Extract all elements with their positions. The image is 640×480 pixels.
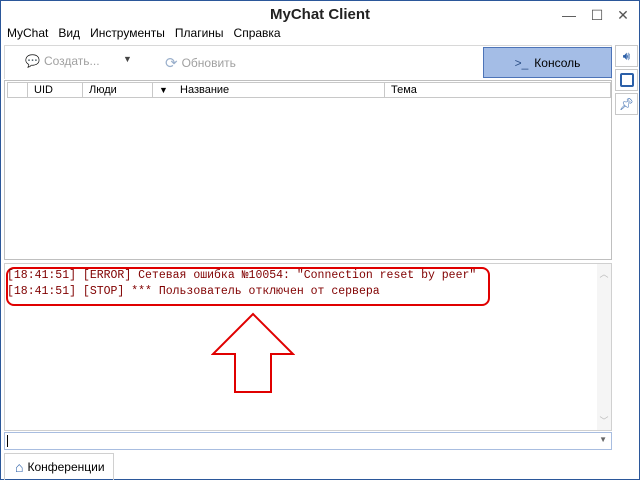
chat-bubble-icon: 💬 bbox=[25, 54, 40, 68]
text-cursor bbox=[7, 435, 8, 447]
refresh-icon: ⟳ bbox=[165, 55, 178, 72]
speaker-icon: 🔊︎ bbox=[622, 48, 631, 63]
close-button[interactable]: ✕ bbox=[613, 5, 633, 25]
dropdown-arrow-icon[interactable]: ▼ bbox=[599, 435, 607, 444]
log-line: [18:41:51] [STOP] *** Пользователь отклю… bbox=[7, 285, 380, 298]
table-header: UID Люди ▼ Название Тема bbox=[7, 82, 611, 98]
log-line: [18:41:51] [ERROR] Сетевая ошибка №10054… bbox=[7, 269, 477, 282]
conferences-table: UID Люди ▼ Название Тема bbox=[4, 80, 612, 260]
terminal-icon: >_ bbox=[514, 55, 529, 70]
console-button[interactable]: >_ Консоль bbox=[483, 47, 612, 78]
pin-button[interactable]: 📌︎ bbox=[615, 93, 638, 115]
home-icon: ⌂ bbox=[15, 459, 24, 475]
window-title: MyChat Client bbox=[269, 6, 370, 23]
menu-plugins[interactable]: Плагины bbox=[175, 26, 224, 42]
window-mode-button[interactable] bbox=[615, 69, 638, 91]
menu-tools[interactable]: Инструменты bbox=[90, 26, 165, 42]
maximize-button[interactable]: ☐ bbox=[587, 5, 607, 25]
create-button[interactable]: 💬 Создать... bbox=[25, 54, 100, 68]
column-uid[interactable]: UID bbox=[27, 83, 82, 97]
column-people[interactable]: Люди bbox=[82, 83, 152, 97]
menu-view[interactable]: Вид bbox=[58, 26, 80, 42]
up-arrow-annotation-icon bbox=[211, 312, 295, 393]
column-name[interactable]: Название bbox=[174, 83, 384, 97]
log-scrollbar[interactable]: ︿ ﹀ bbox=[597, 264, 611, 430]
menu-help[interactable]: Справка bbox=[234, 26, 281, 42]
column-topic[interactable]: Тема bbox=[384, 83, 610, 97]
main-window: MyChat Client — ☐ ✕ MyChat Вид Инструмен… bbox=[0, 0, 640, 480]
sound-button[interactable]: 🔊︎ bbox=[615, 45, 638, 67]
refresh-button[interactable]: ⟳ Обновить bbox=[165, 54, 236, 72]
command-input[interactable]: ▼ bbox=[4, 432, 612, 450]
menu-bar: MyChat Вид Инструменты Плагины Справка bbox=[7, 26, 281, 42]
scroll-down-icon[interactable]: ﹀ bbox=[597, 414, 611, 427]
scroll-up-icon[interactable]: ︿ bbox=[597, 267, 611, 280]
tab-conferences[interactable]: ⌂ Конференции bbox=[4, 453, 114, 480]
pin-icon: 📌︎ bbox=[618, 97, 635, 111]
console-log: [18:41:51] [ERROR] Сетевая ошибка №10054… bbox=[4, 263, 612, 431]
minimize-button[interactable]: — bbox=[559, 5, 579, 25]
create-dropdown-arrow[interactable]: ▼ bbox=[123, 54, 132, 64]
menu-mychat[interactable]: MyChat bbox=[7, 26, 48, 42]
square-icon bbox=[619, 73, 634, 87]
